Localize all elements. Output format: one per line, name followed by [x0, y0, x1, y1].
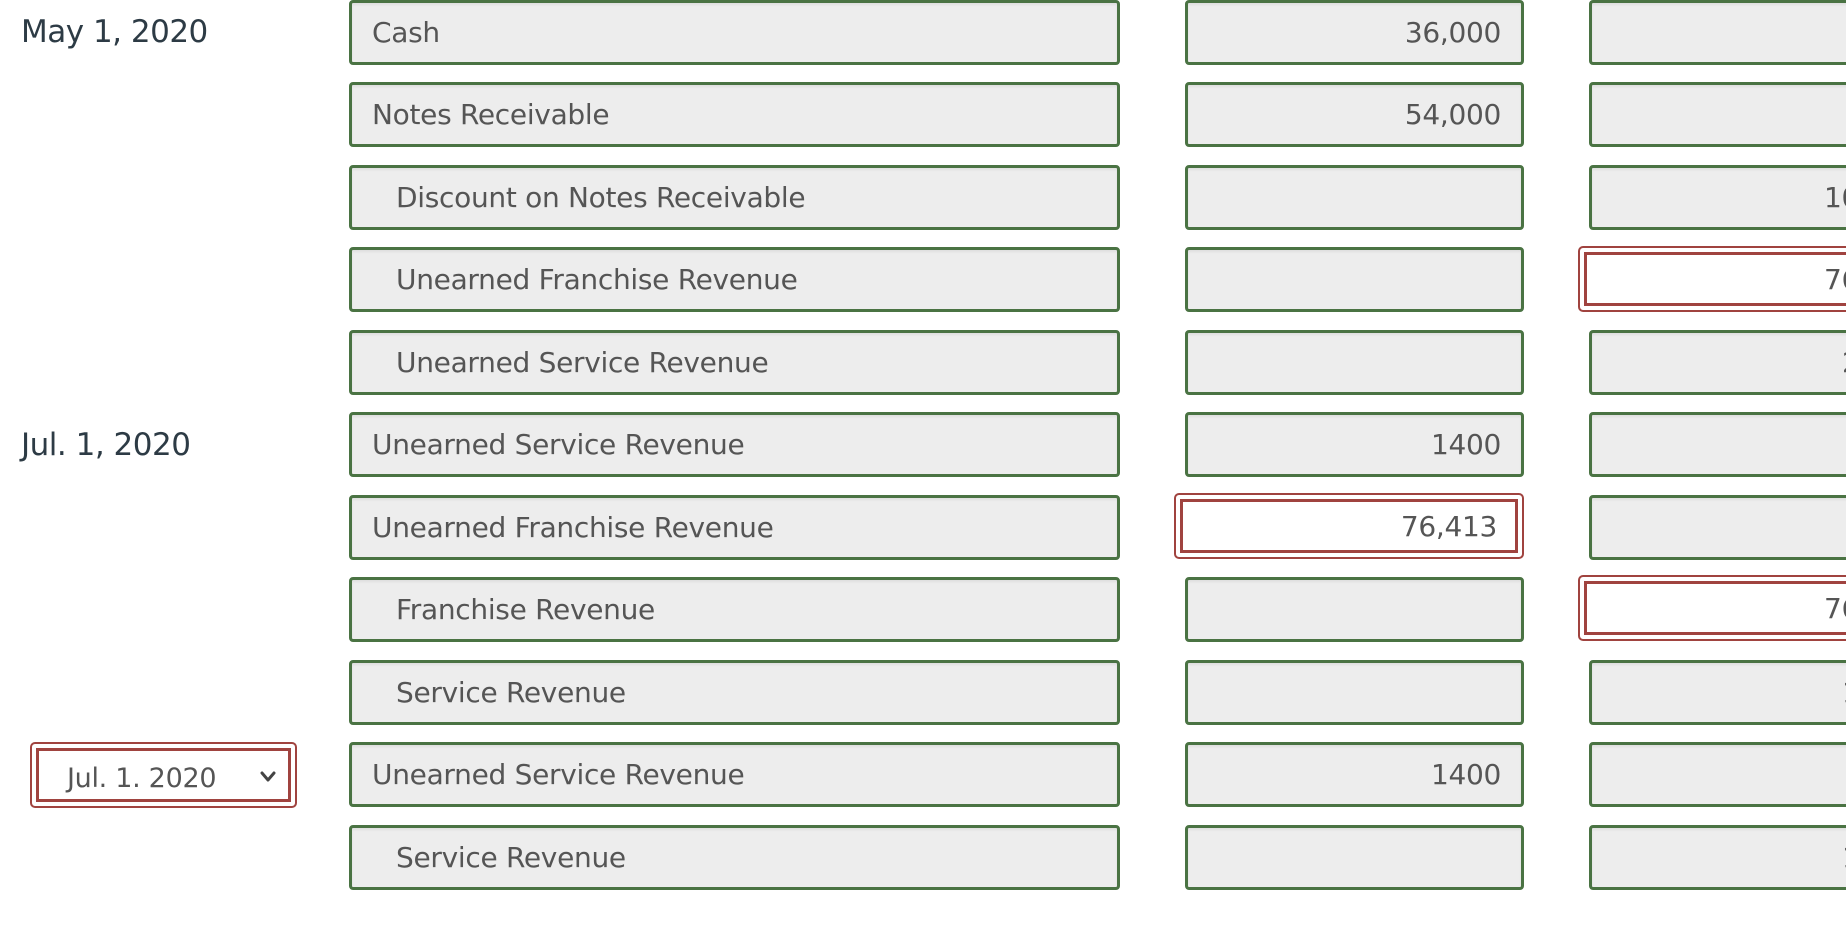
account-name: Cash [372, 16, 440, 49]
credit-field-incorrect[interactable]: 76 [1578, 246, 1846, 312]
debit-field[interactable] [1185, 165, 1524, 230]
credit-value: 76 [1824, 591, 1846, 625]
credit-value: 76 [1824, 262, 1846, 296]
entry-date-may-1: May 1, 2020 [21, 14, 208, 50]
account-name: Unearned Service Revenue [396, 346, 769, 379]
account-name: Unearned Franchise Revenue [372, 511, 774, 544]
account-field[interactable]: Unearned Franchise Revenue [349, 495, 1120, 560]
account-field[interactable]: Service Revenue [349, 660, 1120, 725]
date-select-value: Jul. 1. 2020 [67, 762, 217, 794]
account-field[interactable]: Unearned Service Revenue [349, 330, 1120, 395]
chevron-down-icon[interactable] [260, 769, 276, 785]
entry-date-jul-1: Jul. 1, 2020 [21, 427, 191, 463]
debit-field[interactable] [1185, 825, 1524, 890]
account-field[interactable]: Unearned Franchise Revenue [349, 247, 1120, 312]
debit-field[interactable]: 1400 [1185, 412, 1524, 477]
debit-field[interactable] [1185, 330, 1524, 395]
debit-field[interactable]: 36,000 [1185, 0, 1524, 65]
account-field[interactable]: Franchise Revenue [349, 577, 1120, 642]
credit-field-incorrect[interactable]: 76 [1578, 575, 1846, 641]
account-name: Franchise Revenue [396, 593, 655, 626]
credit-field[interactable]: 2 [1589, 330, 1846, 395]
debit-field-incorrect[interactable]: 76,413 [1174, 493, 1524, 559]
credit-field[interactable] [1589, 495, 1846, 560]
debit-value: 54,000 [1404, 98, 1501, 131]
account-field[interactable]: Discount on Notes Receivable [349, 165, 1120, 230]
account-field[interactable]: Unearned Service Revenue [349, 412, 1120, 477]
credit-field[interactable] [1589, 0, 1846, 65]
debit-field[interactable] [1185, 247, 1524, 312]
credit-field[interactable]: 10 [1589, 165, 1846, 230]
account-name: Service Revenue [396, 676, 626, 709]
credit-field[interactable]: 1 [1589, 825, 1846, 890]
credit-field[interactable] [1589, 82, 1846, 147]
account-field[interactable]: Cash [349, 0, 1120, 65]
credit-field[interactable]: 1 [1589, 660, 1846, 725]
debit-field[interactable]: 54,000 [1185, 82, 1524, 147]
credit-value: 2 [1842, 346, 1846, 379]
date-select[interactable]: Jul. 1. 2020 [30, 742, 297, 808]
debit-field[interactable] [1185, 577, 1524, 642]
account-name: Unearned Service Revenue [372, 428, 745, 461]
credit-value: 1 [1842, 676, 1846, 709]
account-name: Service Revenue [396, 841, 626, 874]
account-name: Unearned Service Revenue [372, 758, 745, 791]
account-field[interactable]: Service Revenue [349, 825, 1120, 890]
account-name: Notes Receivable [372, 98, 610, 131]
date-select-field[interactable]: Jul. 1. 2020 [36, 748, 291, 802]
account-name: Discount on Notes Receivable [396, 181, 806, 214]
credit-field[interactable] [1589, 742, 1846, 807]
account-field[interactable]: Unearned Service Revenue [349, 742, 1120, 807]
debit-field[interactable]: 1400 [1185, 742, 1524, 807]
debit-field[interactable] [1185, 660, 1524, 725]
credit-field[interactable] [1589, 412, 1846, 477]
credit-value: 1 [1842, 841, 1846, 874]
account-field[interactable]: Notes Receivable [349, 82, 1120, 147]
debit-value: 76,413 [1400, 509, 1497, 543]
debit-value: 36,000 [1404, 16, 1501, 49]
credit-value: 10 [1824, 181, 1846, 214]
debit-value: 1400 [1430, 758, 1501, 791]
account-name: Unearned Franchise Revenue [396, 263, 798, 296]
debit-value: 1400 [1430, 428, 1501, 461]
